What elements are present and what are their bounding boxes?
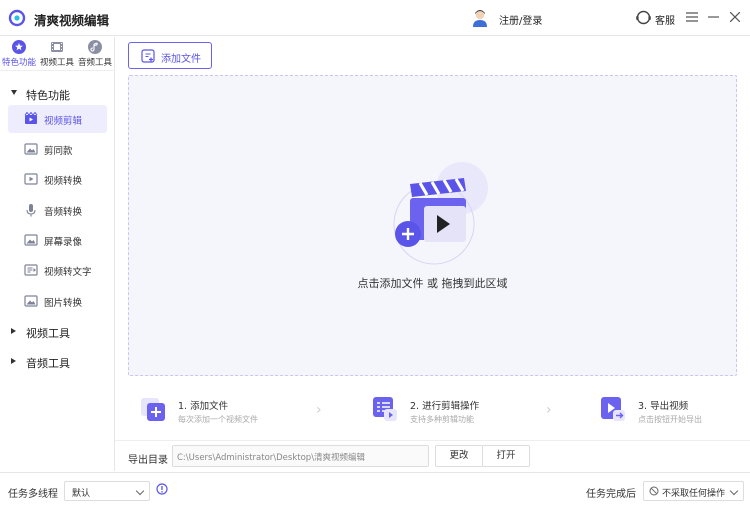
step-title: 2. 进行剪辑操作 xyxy=(410,401,480,412)
export-path-value: C:\Users\Administrator\Desktop\清爽视频编辑 xyxy=(177,453,366,463)
hamburger-menu-icon xyxy=(686,12,698,22)
customer-service-label[interactable]: 客服 xyxy=(655,12,675,27)
chevron-down-icon xyxy=(135,486,145,496)
thread-select[interactable]: 默认 xyxy=(64,481,150,501)
file-drop-zone[interactable]: 点击添加文件 或 拖拽到此区域 xyxy=(128,75,737,376)
tab-video-tools-label: 视频工具 xyxy=(39,58,74,68)
tab-audio-tools[interactable]: 音频工具 xyxy=(76,40,114,70)
step-add-file: 1. 添加文件 每次添加一个视频文件 xyxy=(128,386,318,436)
image-icon xyxy=(24,143,38,155)
step-export: 3. 导出视频 点击按钮开始导出 xyxy=(588,386,750,436)
block-icon xyxy=(649,486,659,496)
film-icon xyxy=(51,42,63,52)
close-button[interactable] xyxy=(726,8,744,26)
sidebar-item-label: 视频转文字 xyxy=(44,267,92,278)
bottom-bar: 任务多线程 默认 任务完成后 不采取任何操作 xyxy=(0,472,750,506)
sidebar-item-label: 视频转换 xyxy=(44,176,83,187)
thread-select-value: 默认 xyxy=(72,489,91,499)
sidebar-item-label: 视频剪辑 xyxy=(44,116,83,127)
group-video-tools-label: 视频工具 xyxy=(26,327,70,340)
step-title: 1. 添加文件 xyxy=(178,401,229,412)
video-to-text-icon xyxy=(24,264,38,276)
tab-audio-tools-label: 音频工具 xyxy=(77,58,112,68)
sidebar-item-audio-convert[interactable]: 音频转换 xyxy=(8,196,107,224)
video-edit-icon xyxy=(24,112,38,124)
caret-right-icon xyxy=(11,358,16,364)
app-logo-icon xyxy=(8,9,26,27)
caret-down-icon xyxy=(11,90,17,95)
sidebar-item-same-style[interactable]: 剪同款 xyxy=(8,135,107,163)
star-icon xyxy=(12,40,26,54)
chevron-right-icon: › xyxy=(546,402,552,418)
chevron-right-icon: › xyxy=(316,402,322,418)
step-title: 3. 导出视频 xyxy=(638,401,689,412)
sidebar-item-label: 图片转换 xyxy=(44,298,83,309)
step-desc: 支持多种剪辑功能 xyxy=(410,415,474,424)
image-icon xyxy=(24,234,38,246)
chevron-down-icon xyxy=(729,486,739,496)
add-file-icon xyxy=(141,49,155,63)
tab-featured[interactable]: 特色功能 xyxy=(0,40,38,70)
export-video-icon xyxy=(601,397,625,421)
thread-label: 任务多线程 xyxy=(8,489,58,500)
sidebar-item-label: 音频转换 xyxy=(44,207,83,218)
step-edit: 2. 进行剪辑操作 支持多种剪辑功能 xyxy=(360,386,550,436)
sidebar-item-video-convert[interactable]: 视频转换 xyxy=(8,165,107,193)
menu-button[interactable] xyxy=(683,8,701,26)
step-desc: 每次添加一个视频文件 xyxy=(178,415,258,424)
login-link[interactable]: 注册/登录 xyxy=(499,12,542,27)
group-audio-tools[interactable]: 音频工具 xyxy=(0,352,115,372)
audio-icon xyxy=(88,40,102,54)
after-task-select[interactable]: 不采取任何操作 xyxy=(643,481,744,501)
minimize-button[interactable] xyxy=(704,8,722,26)
tab-video-tools[interactable]: 视频工具 xyxy=(38,40,76,70)
add-video-icon xyxy=(141,398,165,421)
add-file-label: 添加文件 xyxy=(161,54,201,65)
title-bar: 清爽视频编辑 注册/登录 客服 xyxy=(0,0,750,36)
app-title: 清爽视频编辑 xyxy=(34,13,110,28)
close-icon xyxy=(730,12,740,22)
image-icon xyxy=(24,295,38,307)
add-file-button[interactable]: 添加文件 xyxy=(128,42,212,69)
export-path-field[interactable]: C:\Users\Administrator\Desktop\清爽视频编辑 xyxy=(172,445,429,467)
after-task-label: 任务完成后 xyxy=(586,489,636,500)
sidebar-tabs: 特色功能 视频工具 音频工具 xyxy=(0,37,115,71)
video-convert-icon xyxy=(24,173,38,185)
after-task-select-value: 不采取任何操作 xyxy=(662,489,726,499)
sidebar-item-video-edit[interactable]: 视频剪辑 xyxy=(8,105,107,133)
clapperboard-illustration-icon xyxy=(393,162,488,265)
caret-right-icon xyxy=(11,328,16,334)
group-featured-label: 特色功能 xyxy=(26,89,70,102)
open-directory-button[interactable]: 打开 xyxy=(482,445,530,467)
customer-service-icon[interactable] xyxy=(635,9,652,26)
info-icon[interactable] xyxy=(156,483,168,495)
change-directory-button[interactable]: 更改 xyxy=(435,445,483,467)
sidebar-item-video-to-text[interactable]: 视频转文字 xyxy=(8,256,107,284)
tab-featured-label: 特色功能 xyxy=(1,58,36,68)
steps-guide: 1. 添加文件 每次添加一个视频文件 › 2. 进行剪辑操作 支持多种剪辑功能 … xyxy=(128,386,737,436)
group-video-tools[interactable]: 视频工具 xyxy=(0,322,115,342)
sidebar-item-screen-record[interactable]: 屏幕录像 xyxy=(8,226,107,254)
group-featured[interactable]: 特色功能 xyxy=(0,84,115,104)
sidebar: 特色功能 视频工具 音频工具 特色功能 视频剪辑 剪同款 视频转换 音频转换 屏… xyxy=(0,37,115,471)
sidebar-item-label: 剪同款 xyxy=(44,146,73,157)
group-audio-tools-label: 音频工具 xyxy=(26,357,70,370)
drop-zone-text: 点击添加文件 或 拖拽到此区域 xyxy=(357,277,508,290)
export-directory-label: 导出目录 xyxy=(128,455,168,466)
sidebar-item-label: 屏幕录像 xyxy=(44,237,83,248)
microphone-icon xyxy=(26,204,36,217)
step-desc: 点击按钮开始导出 xyxy=(638,415,702,424)
edit-operation-icon xyxy=(373,397,397,421)
user-avatar-icon[interactable] xyxy=(470,8,490,28)
sidebar-item-image-convert[interactable]: 图片转换 xyxy=(8,287,107,315)
minimize-icon xyxy=(707,16,719,18)
export-row: 导出目录 C:\Users\Administrator\Desktop\清爽视频… xyxy=(115,440,750,471)
